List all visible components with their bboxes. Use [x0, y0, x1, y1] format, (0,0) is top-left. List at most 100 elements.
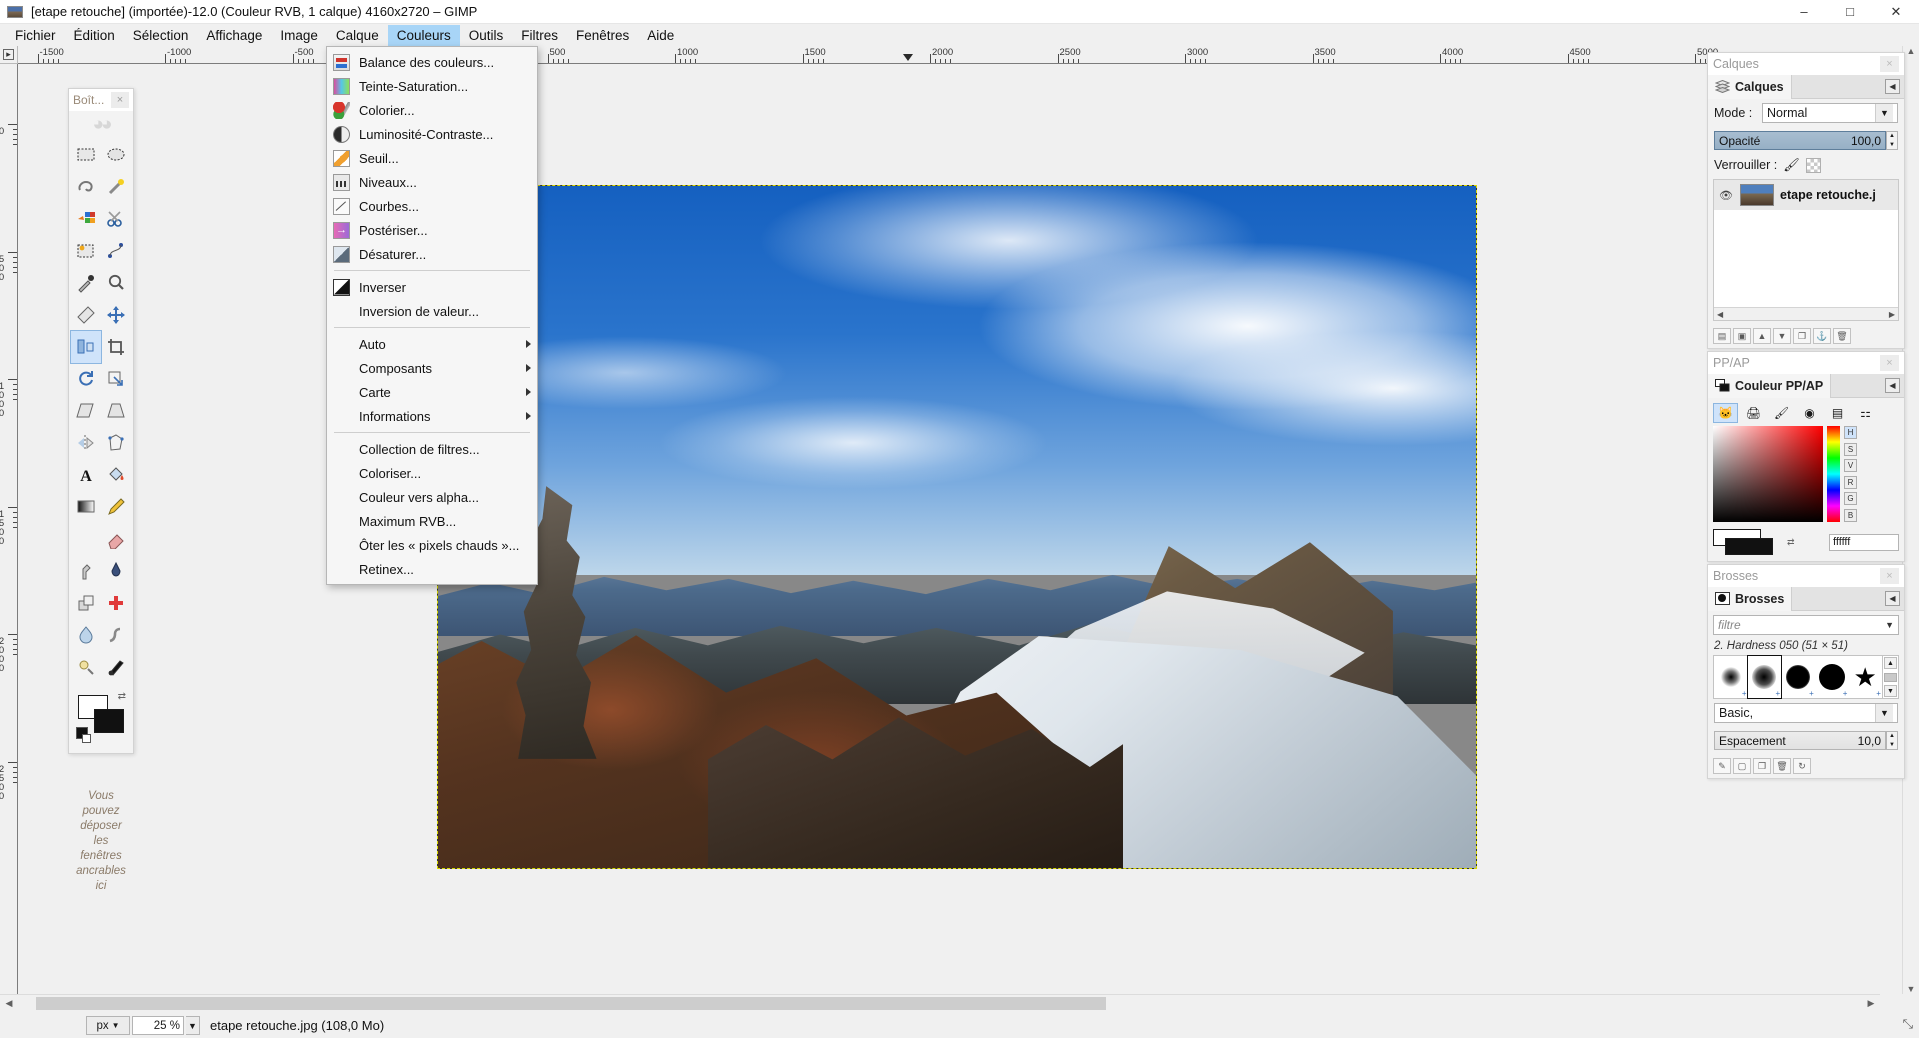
menu-fichier[interactable]: Fichier — [6, 25, 65, 46]
menu-couleurs[interactable]: Couleurs — [387, 24, 460, 46]
printer-color-tool[interactable]: 🖨 — [1741, 403, 1766, 423]
new-brush-button[interactable]: ▢ — [1733, 758, 1751, 774]
color-collapse-button[interactable]: ◀ — [1885, 378, 1900, 393]
smudge-tool[interactable] — [101, 619, 131, 651]
canvas-horizontal-scrollbar[interactable]: ◀ ▶ — [0, 994, 1880, 1011]
brush-hardness-025[interactable]: + — [1714, 656, 1748, 698]
scroll-thumb[interactable] — [1883, 672, 1897, 682]
crop-tool[interactable] — [101, 331, 131, 363]
text-tool[interactable]: A — [71, 459, 101, 491]
maximize-button[interactable]: □ — [1827, 0, 1873, 24]
lock-pixels-icon[interactable]: 🖌 — [1783, 157, 1800, 173]
hue-bar[interactable] — [1827, 426, 1840, 522]
menu-item-luminosit-contraste[interactable]: Luminosité-Contraste... — [327, 122, 537, 146]
pencil-tool[interactable] — [101, 491, 131, 523]
foreground-select-tool[interactable] — [71, 235, 101, 267]
menu-item-collection-de-filtres[interactable]: Collection de filtres... — [327, 437, 537, 461]
color-square[interactable] — [1713, 426, 1823, 522]
brush-star[interactable]: ★ + — [1848, 656, 1882, 698]
menu-item-d-saturer[interactable]: Désaturer... — [327, 242, 537, 266]
brush-spacing-slider[interactable]: Espacement 10,0 — [1714, 731, 1886, 750]
scroll-right-icon[interactable]: ▶ — [1886, 310, 1898, 319]
brush-hardness-100[interactable]: + — [1815, 656, 1849, 698]
menu-item-balance-des-couleurs[interactable]: Balance des couleurs... — [327, 50, 537, 74]
menu-calque[interactable]: Calque — [327, 25, 388, 46]
clone-tool[interactable] — [71, 587, 101, 619]
chevron-down-icon[interactable]: ▼ — [1875, 704, 1893, 722]
colorwheel-tool[interactable]: ◉ — [1797, 403, 1822, 423]
unit-selector[interactable]: px ▼ — [86, 1016, 130, 1035]
menu-item-inverser[interactable]: Inverser — [327, 275, 537, 299]
menu-item-inversion-de-valeur[interactable]: Inversion de valeur... — [327, 299, 537, 323]
brush-grid[interactable]: + + + + ★ + ▲ ▼ — [1713, 655, 1899, 699]
menu-item-seuil[interactable]: Seuil... — [327, 146, 537, 170]
chevron-down-icon[interactable]: ▼ — [1875, 104, 1893, 122]
cage-transform-tool[interactable] — [101, 427, 131, 459]
duplicate-layer-button[interactable]: ❐ — [1793, 328, 1811, 344]
menu-item-auto[interactable]: Auto — [327, 332, 537, 356]
vertical-ruler[interactable]: 0 500 1000 1500 2000 2500 — [0, 64, 18, 994]
scissors-select-tool[interactable] — [101, 203, 131, 235]
watercolor-tool[interactable]: 🖌 — [1769, 403, 1794, 423]
menu-edition[interactable]: Édition — [65, 25, 124, 46]
edit-brush-button[interactable]: ✎ — [1713, 758, 1731, 774]
tab-brushes[interactable]: Brosses — [1708, 586, 1793, 611]
color-panel-close-button[interactable]: × — [1880, 355, 1899, 371]
zoom-level-input[interactable]: 25 % — [132, 1016, 184, 1035]
palette-tool[interactable]: ▤ — [1825, 403, 1850, 423]
free-select-tool[interactable] — [71, 171, 101, 203]
hex-color-field[interactable]: ffffff — [1829, 533, 1899, 551]
layers-horizontal-scrollbar[interactable]: ◀ ▶ — [1714, 307, 1898, 320]
raise-layer-button[interactable]: ▲ — [1753, 328, 1771, 344]
menu-outils[interactable]: Outils — [460, 25, 513, 46]
paintbrush-tool[interactable] — [71, 523, 101, 555]
color-picker-tool[interactable] — [71, 267, 101, 299]
menu-item-coloriser[interactable]: Coloriser... — [327, 461, 537, 485]
lock-alpha-icon[interactable] — [1805, 157, 1821, 173]
channel-button-r[interactable]: R — [1844, 475, 1857, 489]
opacity-slider[interactable]: Opacité 100,0 — [1714, 131, 1886, 150]
scales-tool[interactable]: ⚏ — [1853, 403, 1878, 423]
scroll-down-icon[interactable]: ▼ — [1903, 984, 1919, 994]
channel-button-h[interactable]: H — [1844, 426, 1857, 439]
menu-item-colorier[interactable]: Colorier... — [327, 98, 537, 122]
menu-item-couleur-vers-alpha[interactable]: Couleur vers alpha... — [327, 485, 537, 509]
chevron-down-icon[interactable]: ▼ — [1885, 620, 1894, 630]
resize-grip-icon[interactable]: ⤡ — [1903, 1016, 1913, 1032]
dodge-burn-tool[interactable] — [71, 651, 101, 683]
ink-tool[interactable] — [101, 555, 131, 587]
gimp-color-tool[interactable]: 🐱 — [1713, 403, 1738, 423]
delete-layer-button[interactable]: 🗑 — [1833, 328, 1851, 344]
spacing-spinner[interactable]: ▲ ▼ — [1886, 731, 1898, 750]
new-layer-button[interactable]: ▤ — [1713, 328, 1731, 344]
gradient-tool[interactable] — [71, 491, 101, 523]
menu-item-ter-les-pixels-chauds[interactable]: Ôter les « pixels chauds »... — [327, 533, 537, 557]
menu-item-carte[interactable]: Carte — [327, 380, 537, 404]
menu-item-maximum-rvb[interactable]: Maximum RVB... — [327, 509, 537, 533]
refresh-brushes-button[interactable]: ↻ — [1793, 758, 1811, 774]
layer-visibility-icon[interactable]: 👁 — [1718, 189, 1734, 202]
menu-item-informations[interactable]: Informations — [327, 404, 537, 428]
eraser-tool[interactable] — [101, 523, 131, 555]
heal-tool[interactable] — [101, 587, 131, 619]
menu-item-composants[interactable]: Composants — [327, 356, 537, 380]
duplicate-brush-button[interactable]: ❐ — [1753, 758, 1771, 774]
new-layer-group-button[interactable]: ▣ — [1733, 328, 1751, 344]
blur-sharpen-tool[interactable] — [71, 619, 101, 651]
rotate-tool[interactable] — [71, 363, 101, 395]
layer-mode-combo[interactable]: Normal ▼ — [1762, 103, 1898, 123]
mypaint-brush-tool[interactable] — [101, 651, 131, 683]
scale-tool[interactable] — [101, 363, 131, 395]
swap-swatch-icon[interactable]: ⇄ — [1787, 537, 1795, 548]
layers-panel-close-button[interactable]: × — [1880, 56, 1899, 72]
shear-tool[interactable] — [71, 395, 101, 427]
ruler-origin-button[interactable]: ▸ — [0, 46, 18, 64]
zoom-tool[interactable] — [101, 267, 131, 299]
menu-item-courbes[interactable]: Courbes... — [327, 194, 537, 218]
background-color-swatch[interactable] — [94, 709, 124, 733]
lower-layer-button[interactable]: ▼ — [1773, 328, 1791, 344]
brushes-collapse-button[interactable]: ◀ — [1885, 591, 1900, 606]
tab-layers[interactable]: Calques — [1708, 74, 1792, 99]
measure-tool[interactable] — [71, 299, 101, 331]
image-canvas[interactable] — [437, 185, 1477, 869]
